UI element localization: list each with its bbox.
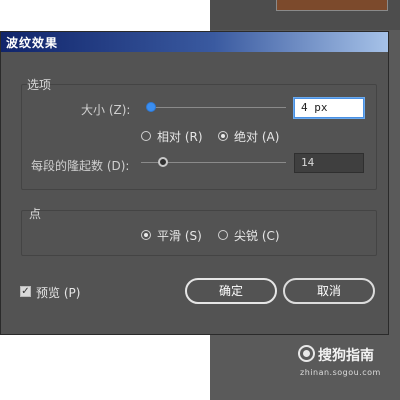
title-bar[interactable]: 波纹效果 — [1, 32, 388, 52]
ridges-input[interactable]: 14 — [294, 153, 364, 173]
ridges-label: 每段的隆起数 (D): — [31, 159, 130, 173]
sogou-logo-icon — [298, 345, 315, 362]
ok-button[interactable]: 确定 — [185, 278, 277, 304]
radio-smooth[interactable] — [141, 230, 151, 240]
radio-relative-label[interactable]: 相对 (R) — [157, 128, 203, 145]
radio-relative[interactable] — [141, 131, 151, 141]
preview-checkbox[interactable]: ✓ — [20, 286, 31, 297]
ridges-slider-knob[interactable] — [158, 157, 168, 167]
radio-absolute-label[interactable]: 绝对 (A) — [234, 128, 279, 145]
watermark-text: 搜狗指南 — [318, 348, 374, 364]
size-slider-track[interactable] — [151, 107, 286, 108]
size-slider-knob[interactable] — [146, 102, 156, 112]
radio-corner[interactable] — [218, 230, 228, 240]
dialog-title: 波纹效果 — [6, 36, 59, 50]
preview-label[interactable]: 预览 (P) — [36, 284, 80, 301]
radio-corner-label[interactable]: 尖锐 (C) — [234, 227, 280, 244]
watermark-url: zhinan.sogou.com — [300, 368, 381, 377]
zigzag-dialog: 波纹效果 选项 大小 (Z): 4 px 相对 (R) 绝对 (A) 每段的隆起… — [0, 31, 389, 335]
artwork-thumbnail — [276, 0, 388, 11]
size-input[interactable]: 4 px — [294, 98, 364, 118]
radio-smooth-label[interactable]: 平滑 (S) — [157, 227, 202, 244]
points-group-label: 点 — [29, 207, 42, 221]
cancel-button[interactable]: 取消 — [283, 278, 375, 304]
radio-absolute[interactable] — [218, 131, 228, 141]
options-group-label: 选项 — [27, 78, 52, 92]
size-label: 大小 (Z): — [81, 103, 131, 117]
